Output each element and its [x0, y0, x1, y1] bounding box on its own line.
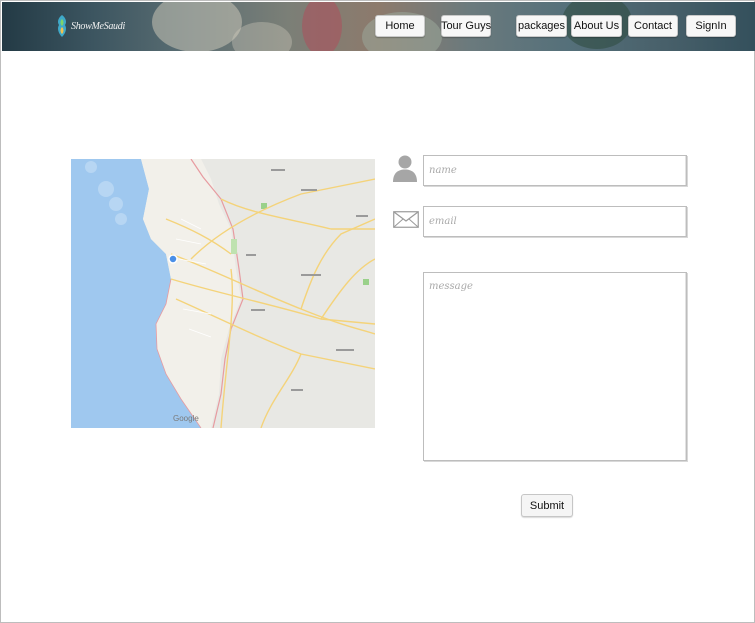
location-map[interactable]: Google [71, 159, 375, 428]
nav-signin-button[interactable]: SignIn [686, 15, 736, 37]
map-attribution: Google [173, 414, 199, 423]
header-background-shape [152, 2, 242, 51]
site-logo[interactable]: ShowMeSaudi [56, 13, 125, 39]
nav-home-button[interactable]: Home [375, 15, 425, 37]
user-icon [393, 155, 417, 182]
nav-tour-guys-button[interactable]: Tour Guys [441, 15, 491, 37]
message-textarea[interactable]: message [423, 272, 687, 461]
email-input[interactable]: email [423, 206, 687, 237]
nav-about-us-button[interactable]: About Us [571, 15, 622, 37]
envelope-icon [393, 211, 419, 228]
message-placeholder: message [429, 281, 473, 292]
header-background-shape [302, 2, 342, 51]
name-placeholder: name [429, 165, 457, 176]
nav-contact-button[interactable]: Contact [628, 15, 678, 37]
page: ShowMeSaudi Home Tour Guys packages Abou… [0, 0, 755, 623]
nav-packages-button[interactable]: packages [516, 15, 567, 37]
name-input[interactable]: name [423, 155, 687, 186]
header-background-shape [232, 22, 292, 51]
submit-button[interactable]: Submit [521, 494, 573, 517]
email-placeholder: email [429, 216, 457, 227]
map-graphic: Google [71, 159, 375, 428]
logo-icon [58, 15, 66, 37]
logo-text: ShowMeSaudi [71, 20, 125, 32]
